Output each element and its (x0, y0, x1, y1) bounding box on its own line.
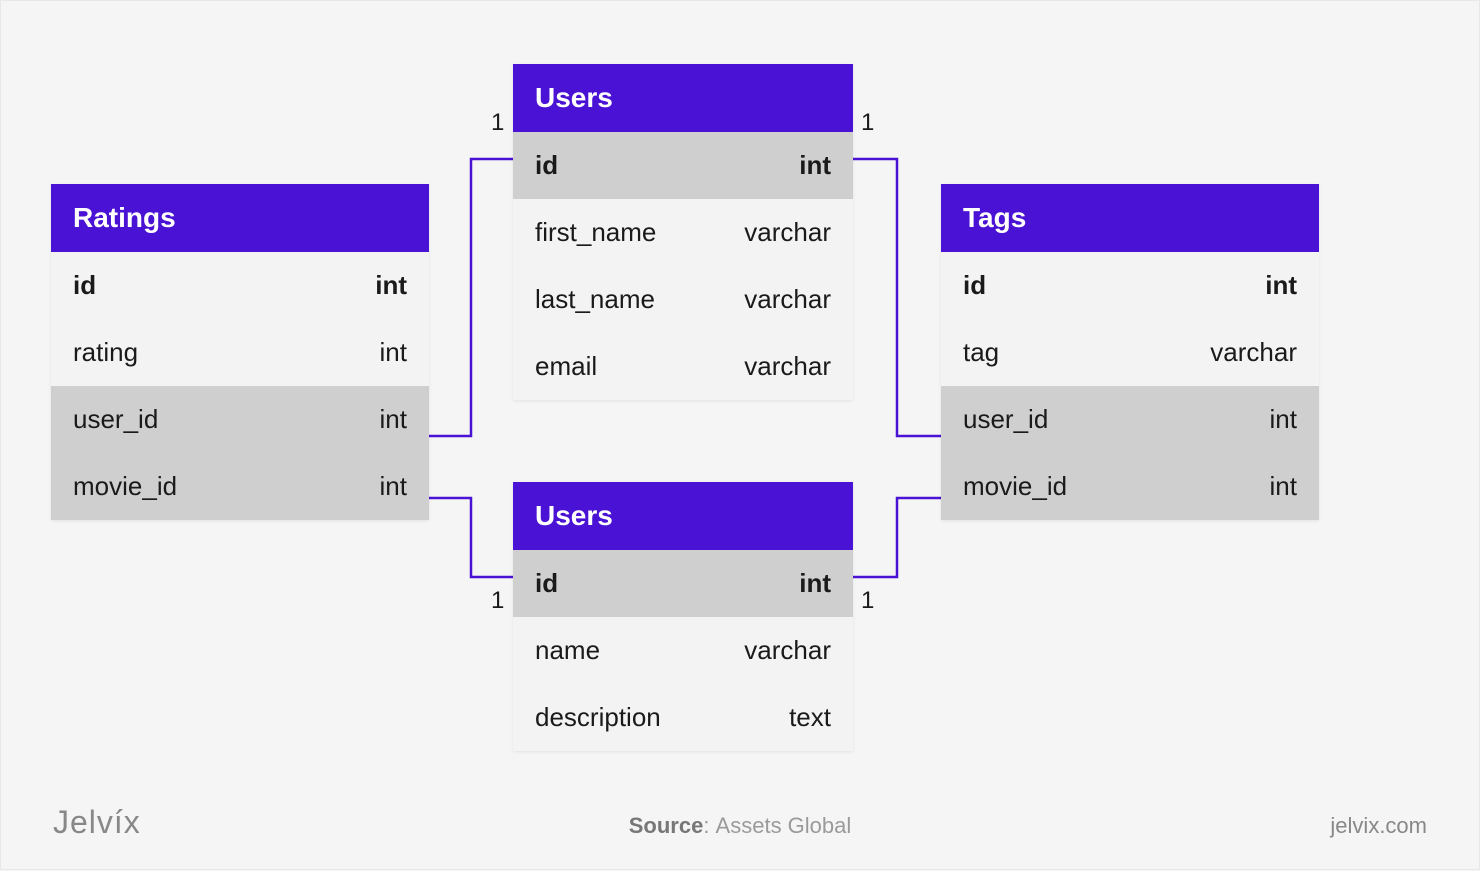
entity-title: Tags (941, 184, 1319, 252)
entity-row-description: description text (513, 684, 853, 751)
column-name: movie_id (73, 471, 177, 502)
column-type: int (799, 568, 831, 599)
cardinality-label: 1 (491, 109, 504, 137)
entity-row-user-id: user_id int (941, 386, 1319, 453)
column-type: varchar (744, 635, 831, 666)
column-type: varchar (1210, 337, 1297, 368)
source-value: Assets Global (716, 813, 852, 838)
entity-row-name: name varchar (513, 617, 853, 684)
column-type: int (1270, 404, 1297, 435)
entity-row-movie-id: movie_id int (51, 453, 429, 520)
column-name: user_id (963, 404, 1048, 435)
column-name: description (535, 702, 661, 733)
source-label: Source (629, 813, 704, 838)
diagram-canvas: 1 1 1 1 Ratings id int rating int user_i… (1, 1, 1479, 869)
entity-users-bottom: Users id int name varchar description te… (513, 482, 853, 751)
entity-row-tag: tag varchar (941, 319, 1319, 386)
column-type: int (380, 337, 407, 368)
entity-ratings: Ratings id int rating int user_id int mo… (51, 184, 429, 520)
column-type: varchar (744, 351, 831, 382)
column-type: int (1270, 471, 1297, 502)
column-name: first_name (535, 217, 656, 248)
entity-row-id: id int (513, 132, 853, 199)
logo-text: Jelvíx (53, 804, 141, 841)
column-name: id (73, 270, 96, 301)
column-name: user_id (73, 404, 158, 435)
column-type: text (789, 702, 831, 733)
site-url: jelvix.com (1330, 813, 1427, 839)
entity-row-user-id: user_id int (51, 386, 429, 453)
cardinality-label: 1 (861, 587, 874, 615)
entity-row-id: id int (513, 550, 853, 617)
entity-row-rating: rating int (51, 319, 429, 386)
column-name: id (963, 270, 986, 301)
source-attribution: Source: Assets Global (629, 813, 852, 839)
entity-title: Users (513, 64, 853, 132)
column-type: varchar (744, 284, 831, 315)
entity-title: Users (513, 482, 853, 550)
column-type: int (799, 150, 831, 181)
column-name: movie_id (963, 471, 1067, 502)
column-type: int (380, 404, 407, 435)
column-name: id (535, 568, 558, 599)
column-type: varchar (744, 217, 831, 248)
column-type: int (1265, 270, 1297, 301)
entity-row-last-name: last_name varchar (513, 266, 853, 333)
entity-row-email: email varchar (513, 333, 853, 400)
column-name: rating (73, 337, 138, 368)
entity-users-top: Users id int first_name varchar last_nam… (513, 64, 853, 400)
cardinality-label: 1 (861, 109, 874, 137)
cardinality-label: 1 (491, 587, 504, 615)
entity-tags: Tags id int tag varchar user_id int movi… (941, 184, 1319, 520)
column-name: tag (963, 337, 999, 368)
entity-title: Ratings (51, 184, 429, 252)
column-name: last_name (535, 284, 655, 315)
entity-row-movie-id: movie_id int (941, 453, 1319, 520)
column-type: int (380, 471, 407, 502)
entity-row-first-name: first_name varchar (513, 199, 853, 266)
entity-row-id: id int (941, 252, 1319, 319)
entity-row-id: id int (51, 252, 429, 319)
column-name: email (535, 351, 597, 382)
column-name: name (535, 635, 600, 666)
column-type: int (375, 270, 407, 301)
column-name: id (535, 150, 558, 181)
